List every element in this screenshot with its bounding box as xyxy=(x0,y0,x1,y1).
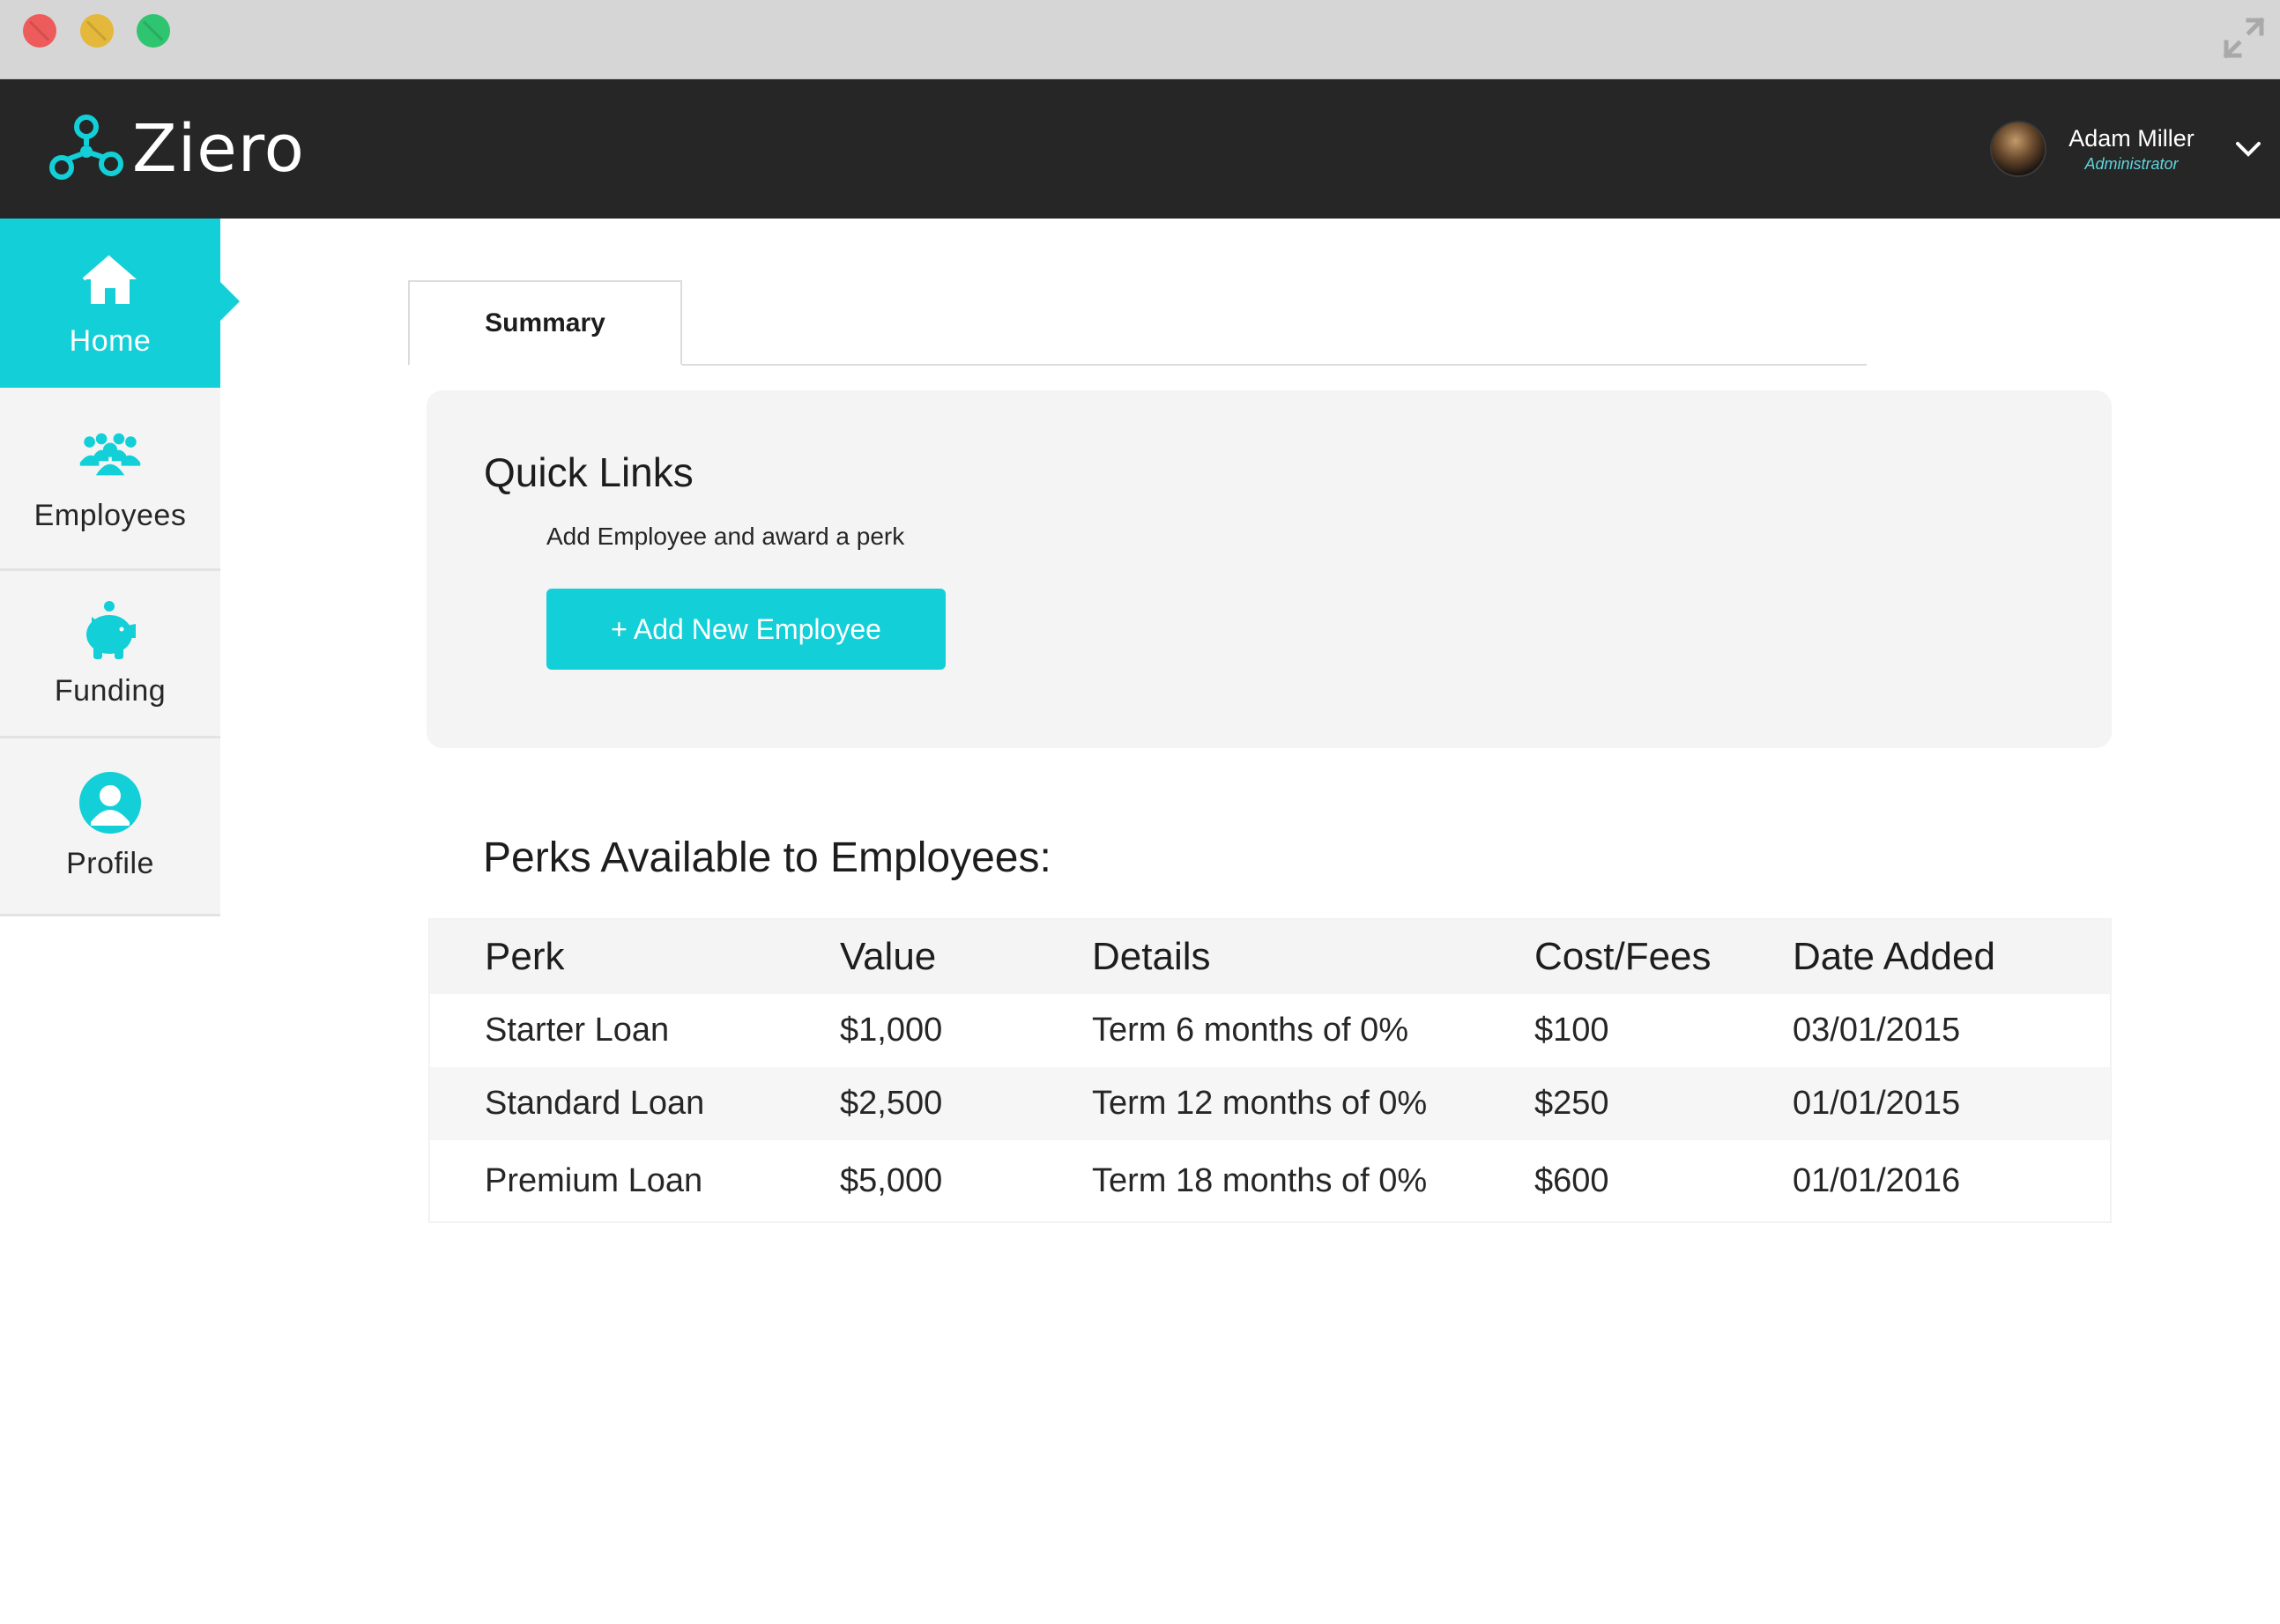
perks-table: Perk Value Details Cost/Fees Date Added … xyxy=(428,918,2112,1223)
user-circle-icon xyxy=(78,771,142,834)
app-header: Ziero Adam Miller Administrator xyxy=(0,79,2280,219)
table-header-row: Perk Value Details Cost/Fees Date Added xyxy=(430,920,2110,994)
sidebar-item-profile[interactable]: Profile xyxy=(0,738,220,916)
user-role: Administrator xyxy=(2084,154,2179,173)
app-name: Ziero xyxy=(132,110,305,187)
add-new-employee-button[interactable]: + Add New Employee xyxy=(546,589,946,670)
home-icon xyxy=(78,248,142,312)
sidebar-item-home[interactable]: Home xyxy=(0,219,240,388)
perk-date-added: 01/01/2015 xyxy=(1793,1085,1961,1122)
quick-links-subtitle: Add Employee and award a perk xyxy=(546,523,905,550)
expand-arrows-icon[interactable] xyxy=(2222,16,2266,60)
table-row[interactable]: Standard Loan $2,500 Term 12 months of 0… xyxy=(430,1067,2110,1140)
column-header-perk[interactable]: Perk xyxy=(430,935,840,979)
perk-cost: $600 xyxy=(1534,1161,1609,1199)
sidebar-item-label: Funding xyxy=(54,674,167,708)
column-header-date-added[interactable]: Date Added xyxy=(1793,935,2110,979)
user-menu[interactable]: Adam Miller Administrator xyxy=(1990,113,2280,185)
app-logo[interactable]: Ziero xyxy=(46,102,305,195)
perk-date-added: 03/01/2015 xyxy=(1793,1012,1961,1049)
window-titlebar xyxy=(0,0,2280,79)
column-header-details[interactable]: Details xyxy=(1092,935,1534,979)
quick-links-card: Quick Links Add Employee and award a per… xyxy=(427,390,2112,748)
minimize-window-button[interactable] xyxy=(80,14,114,48)
perk-name: Standard Loan xyxy=(485,1085,705,1122)
column-header-value[interactable]: Value xyxy=(840,935,1092,979)
perk-value: $1,000 xyxy=(840,1012,943,1049)
tab-summary[interactable]: Summary xyxy=(408,280,682,366)
perk-name: Premium Loan xyxy=(485,1161,703,1199)
column-header-cost-fees[interactable]: Cost/Fees xyxy=(1534,935,1793,979)
perk-date-added: 01/01/2016 xyxy=(1793,1161,1961,1199)
perk-details: Term 18 months of 0% xyxy=(1092,1161,1428,1199)
sidebar-item-label: Home xyxy=(69,323,152,358)
table-row[interactable]: Premium Loan $5,000 Term 18 months of 0%… xyxy=(430,1140,2110,1221)
avatar[interactable] xyxy=(1990,121,2046,177)
perk-details: Term 12 months of 0% xyxy=(1092,1085,1428,1122)
sidebar-item-label: Profile xyxy=(66,847,154,880)
sidebar-nav: Home Employees Funding Profile xyxy=(0,219,240,916)
close-window-button[interactable] xyxy=(23,14,56,48)
perk-value: $2,500 xyxy=(840,1085,943,1122)
chevron-down-icon[interactable] xyxy=(2231,131,2266,167)
perk-details: Term 6 months of 0% xyxy=(1092,1012,1409,1049)
sidebar-item-employees[interactable]: Employees xyxy=(0,388,220,571)
sidebar-item-label: Employees xyxy=(33,499,187,532)
perk-name: Starter Loan xyxy=(485,1012,670,1049)
zoom-window-button[interactable] xyxy=(137,14,170,48)
perk-cost: $100 xyxy=(1534,1012,1609,1049)
ziero-logo-icon xyxy=(49,114,123,180)
sidebar-item-funding[interactable]: Funding xyxy=(0,571,220,738)
quick-links-title: Quick Links xyxy=(484,449,694,495)
tab-bar: Summary xyxy=(408,280,1867,366)
perk-value: $5,000 xyxy=(840,1161,943,1199)
perks-title: Perks Available to Employees: xyxy=(483,834,1051,881)
piggy-bank-icon xyxy=(78,598,142,662)
user-name: Adam Miller xyxy=(2068,125,2195,152)
table-row[interactable]: Starter Loan $1,000 Term 6 months of 0% … xyxy=(430,994,2110,1067)
perk-cost: $250 xyxy=(1534,1085,1609,1122)
people-group-icon xyxy=(78,423,142,486)
